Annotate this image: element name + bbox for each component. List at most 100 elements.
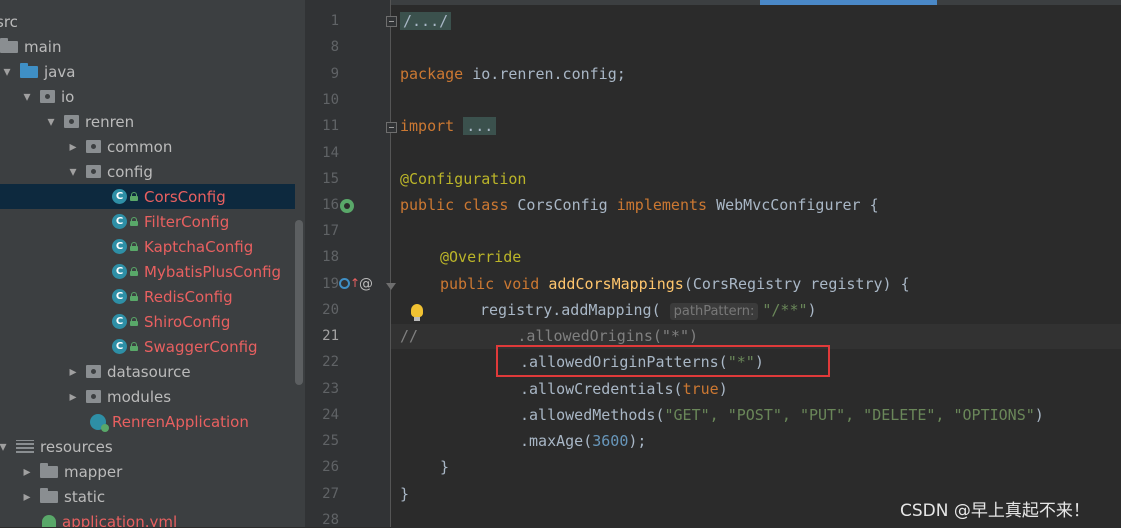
chevron-right-icon[interactable]	[20, 489, 34, 505]
folded-imports[interactable]: ...	[463, 117, 497, 135]
tree-item-mybatisplusconfig[interactable]: C MybatisPlusConfig	[0, 259, 295, 284]
code-line-24[interactable]: .allowedMethods("GET", "POST", "PUT", "D…	[520, 406, 1044, 424]
code-text: )	[1034, 406, 1044, 424]
tree-scrollbar[interactable]	[295, 220, 303, 385]
tree-item-static[interactable]: static	[20, 484, 295, 509]
code-text: .allowCredentials(	[520, 380, 683, 398]
chevron-down-icon[interactable]	[0, 64, 14, 80]
folder-icon	[40, 462, 58, 478]
tree-label: ShiroConfig	[144, 312, 231, 331]
tree-item-modules[interactable]: modules	[66, 384, 295, 409]
keyword: package	[400, 65, 464, 83]
tree-label: KaptchaConfig	[144, 237, 254, 256]
code-line-27[interactable]: }	[400, 485, 409, 503]
chevron-right-icon[interactable]	[66, 389, 80, 405]
method-params: (CorsRegistry registry) {	[683, 275, 910, 293]
code-line-21[interactable]: // .allowedOrigins("*")	[400, 327, 698, 345]
spring-bean-icon[interactable]	[340, 199, 354, 213]
lightbulb-icon[interactable]	[411, 304, 423, 321]
tree-item-shiroconfig[interactable]: C ShiroConfig	[0, 309, 295, 334]
tree-label: RenrenApplication	[112, 412, 249, 431]
fold-marker-icon[interactable]	[386, 122, 397, 133]
line-number: 10	[322, 92, 339, 108]
line-number: 23	[322, 381, 339, 397]
tree-item-config[interactable]: config	[66, 159, 295, 184]
tree-item-java[interactable]: java	[0, 59, 295, 84]
tree-label: java	[44, 62, 76, 81]
keyword: implements	[616, 196, 708, 214]
fold-marker-icon[interactable]	[386, 16, 397, 27]
chevron-down-icon[interactable]	[0, 439, 10, 455]
code-line-25[interactable]: .maxAge(3600);	[520, 432, 646, 450]
method-name: addCorsMappings	[548, 275, 684, 293]
annotation: @Configuration	[400, 170, 527, 188]
line-number: 15	[322, 171, 339, 187]
interface-name: WebMvcConfigurer {	[716, 196, 879, 214]
project-tree: src main java io renren common config CC…	[0, 0, 305, 527]
package-icon	[86, 365, 101, 378]
fold-arrow-icon[interactable]	[386, 283, 396, 290]
tree-item-renrenapplication[interactable]: RenrenApplication	[0, 409, 295, 434]
code-line-20[interactable]: registry.addMapping( pathPattern: "/**")	[480, 301, 817, 320]
chevron-down-icon[interactable]	[66, 164, 80, 180]
lock-icon	[130, 192, 138, 201]
tree-item-renren[interactable]: renren	[44, 109, 295, 134]
tree-item-swaggerconfig[interactable]: C SwaggerConfig	[0, 334, 295, 359]
chevron-right-icon[interactable]	[66, 139, 80, 155]
lock-icon	[130, 292, 138, 301]
folded-header[interactable]: /.../	[400, 12, 452, 30]
tree-item-main[interactable]: main	[0, 34, 295, 59]
code-line-16[interactable]: public class CorsConfig implements WebMv…	[400, 196, 879, 214]
code-line-1[interactable]: /.../	[400, 12, 452, 30]
tree-item-resources[interactable]: resources	[0, 434, 295, 459]
code-text: )	[807, 301, 817, 319]
tree-item-corsconfig[interactable]: C CorsConfig	[0, 184, 295, 209]
class-icon: C	[112, 289, 127, 304]
override-method-icon[interactable]	[339, 278, 350, 289]
resources-folder-icon	[16, 440, 34, 453]
tree-label: src	[0, 12, 18, 31]
code-line-26[interactable]: }	[440, 458, 449, 476]
line-number: 11	[322, 118, 339, 134]
tree-label: RedisConfig	[144, 287, 233, 306]
active-tab-indicator[interactable]	[760, 0, 937, 5]
tree-label: datasource	[107, 362, 191, 381]
code-line-11[interactable]: import ...	[400, 117, 497, 135]
code-line-15[interactable]: @Configuration	[400, 170, 526, 188]
watermark: CSDN @早上真起不来！	[900, 501, 1090, 521]
gutter-separator	[390, 0, 391, 527]
tree-label: application.yml	[62, 512, 178, 528]
code-line-18[interactable]: @Override	[440, 248, 521, 266]
folder-icon	[0, 37, 18, 53]
tree-item-src[interactable]: src	[0, 9, 295, 34]
chevron-right-icon[interactable]	[20, 464, 34, 480]
annotation-at-icon[interactable]: @	[359, 276, 373, 292]
tree-item-mapper[interactable]: mapper	[20, 459, 295, 484]
chevron-down-icon[interactable]	[20, 89, 34, 105]
line-number: 28	[322, 512, 339, 528]
tree-label: io	[61, 87, 75, 106]
code-line-9[interactable]: package io.renren.config;	[400, 65, 626, 83]
yml-file-icon	[42, 514, 56, 527]
chevron-right-icon[interactable]	[66, 364, 80, 380]
source-folder-icon	[20, 62, 38, 78]
lock-icon	[130, 317, 138, 326]
code-text: .maxAge(	[520, 432, 593, 450]
class-icon: C	[112, 339, 127, 354]
code-text: )	[718, 380, 728, 398]
chevron-down-icon[interactable]	[44, 114, 58, 130]
class-icon: C	[112, 239, 127, 254]
line-number: 27	[322, 486, 339, 502]
tree-item-redisconfig[interactable]: C RedisConfig	[0, 284, 295, 309]
tree-item-common[interactable]: common	[66, 134, 295, 159]
code-line-23[interactable]: .allowCredentials(true)	[520, 380, 728, 398]
package-icon	[86, 140, 101, 153]
keyword: void	[503, 275, 540, 293]
tree-item-filterconfig[interactable]: C FilterConfig	[0, 209, 295, 234]
tree-item-kaptchaconfig[interactable]: C KaptchaConfig	[0, 234, 295, 259]
lock-icon	[130, 217, 138, 226]
code-line-19[interactable]: public void addCorsMappings(CorsRegistry…	[440, 275, 910, 293]
tree-item-application-yml[interactable]: application.yml	[0, 509, 295, 527]
tree-item-io[interactable]: io	[20, 84, 295, 109]
tree-item-datasource[interactable]: datasource	[66, 359, 295, 384]
